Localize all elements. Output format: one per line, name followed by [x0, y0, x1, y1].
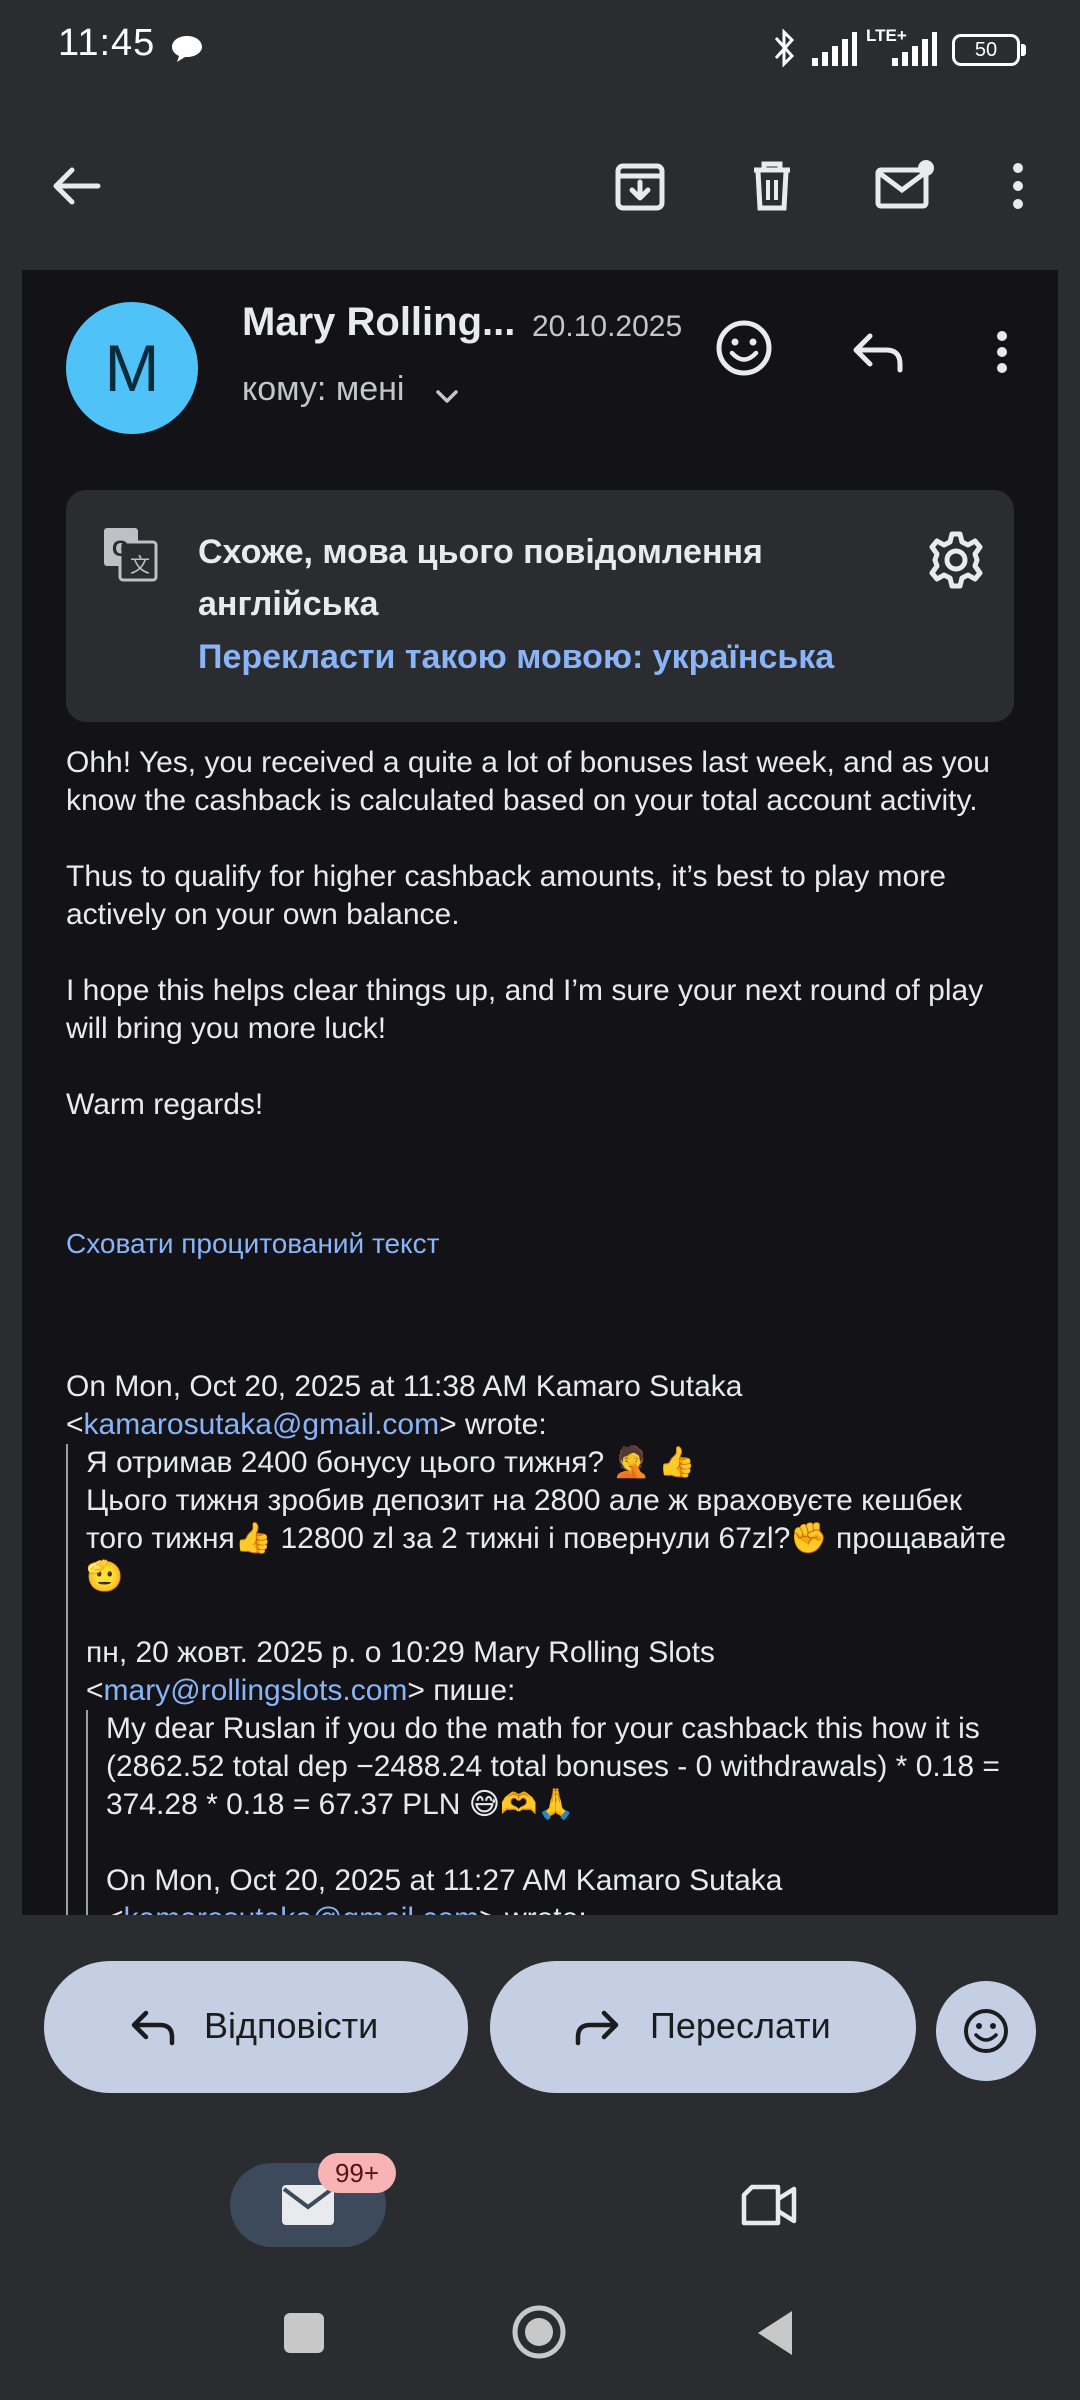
home-button[interactable]: [510, 2303, 568, 2361]
quote-header: пн, 20 жовт. 2025 р. о 10:29 Mary Rollin…: [86, 1636, 715, 1707]
mark-unread-icon[interactable]: [868, 150, 940, 222]
email-link[interactable]: kamarosutaka@gmail.com: [84, 1408, 440, 1441]
translate-action-link[interactable]: Перекласти такою мовою: українська: [198, 638, 834, 677]
quoted-thread: On Mon, Oct 20, 2025 at 11:38 AM Kamaro …: [66, 1368, 1026, 1915]
email-date: 20.10.2025: [532, 310, 683, 343]
avatar[interactable]: M: [66, 302, 198, 434]
back-arrow-icon[interactable]: [40, 150, 112, 222]
reply-button[interactable]: Відповісти: [44, 1961, 468, 2093]
battery-icon: 50: [952, 34, 1020, 66]
status-bar: 11:45 LTE+ 50: [0, 0, 1080, 100]
bottom-navigation: 99+: [0, 2137, 1080, 2400]
gear-icon[interactable]: [924, 528, 988, 592]
more-vert-icon[interactable]: [982, 320, 1022, 384]
email-link[interactable]: mary@rollingslots.com: [104, 1674, 408, 1707]
reply-icon: [131, 2010, 175, 2046]
reply-icon[interactable]: [846, 320, 910, 384]
reply-action-bar: Відповісти Переслати: [0, 1915, 1080, 2137]
translate-message: Схоже, мова цього повідомлення англійськ…: [198, 533, 763, 623]
forward-button[interactable]: Переслати: [490, 1961, 916, 2093]
signal-strength-icon-2: [892, 32, 937, 66]
quote-header: On Mon, Oct 20, 2025 at 11:38 AM Kamaro …: [66, 1370, 743, 1441]
body-paragraph: Ohh! Yes, you received a quite a lot of …: [66, 746, 990, 817]
archive-icon[interactable]: [604, 150, 676, 222]
forward-button-label: Переслати: [650, 2005, 831, 2046]
translate-banner: G 文 Схоже, мова цього повідомлення англі…: [66, 490, 1014, 722]
quote-line: Я отримав 2400 бонусу цього тижня? 🤦 👍: [86, 1446, 696, 1479]
sender-name[interactable]: Mary Rolling...: [242, 300, 515, 345]
unread-count-badge: 99+: [318, 2153, 396, 2193]
battery-cap: [1021, 44, 1026, 56]
quote-block: Я отримав 2400 бонусу цього тижня? 🤦 👍 Ц…: [66, 1444, 1026, 1915]
trash-icon[interactable]: [736, 150, 808, 222]
recipient-label[interactable]: кому: мені: [242, 370, 404, 409]
add-reaction-icon[interactable]: [712, 316, 776, 380]
body-paragraph: Warm regards!: [66, 1088, 264, 1121]
email-toolbar: [0, 100, 1080, 270]
quote-header: On Mon, Oct 20, 2025 at 11:27 AM Kamaro …: [106, 1862, 1026, 1915]
clock: 11:45: [58, 22, 156, 64]
signal-strength-icon: [812, 32, 857, 66]
quote-line: My dear Ruslan if you do the math for yo…: [106, 1712, 1000, 1821]
reply-button-label: Відповісти: [204, 2005, 379, 2046]
svg-text:文: 文: [130, 554, 150, 577]
body-paragraph: Thus to qualify for higher cashback amou…: [66, 860, 946, 931]
forward-icon: [575, 2010, 619, 2046]
chat-notification-icon: [172, 36, 202, 62]
chevron-down-icon[interactable]: [430, 380, 464, 414]
email-link[interactable]: kamarosutaka@gmail.com: [124, 1902, 480, 1915]
recent-apps-button[interactable]: [284, 2313, 324, 2353]
translate-icon: G 文: [104, 528, 158, 582]
battery-level: 50: [974, 39, 998, 61]
bluetooth-icon: [774, 28, 795, 68]
video-camera-icon[interactable]: [738, 2177, 800, 2233]
quote-block-nested: My dear Ruslan if you do the math for yo…: [86, 1710, 1026, 1915]
system-back-button[interactable]: [752, 2307, 796, 2359]
svg-text:G: G: [112, 536, 129, 561]
add-reaction-icon: [964, 2009, 1008, 2053]
hide-quoted-text-link[interactable]: Сховати процитований текст: [66, 1228, 439, 1260]
more-vert-icon[interactable]: [990, 150, 1046, 222]
email-content-panel[interactable]: M Mary Rolling... 20.10.2025 кому: мені …: [22, 270, 1058, 1915]
quote-line: Цього тижня зробив депозит на 2800 але ж…: [86, 1484, 1007, 1593]
body-paragraph: I hope this helps clear things up, and I…: [66, 974, 984, 1045]
emoji-reaction-button[interactable]: [936, 1981, 1036, 2081]
email-body: Ohh! Yes, you received a quite a lot of …: [66, 744, 1026, 1162]
